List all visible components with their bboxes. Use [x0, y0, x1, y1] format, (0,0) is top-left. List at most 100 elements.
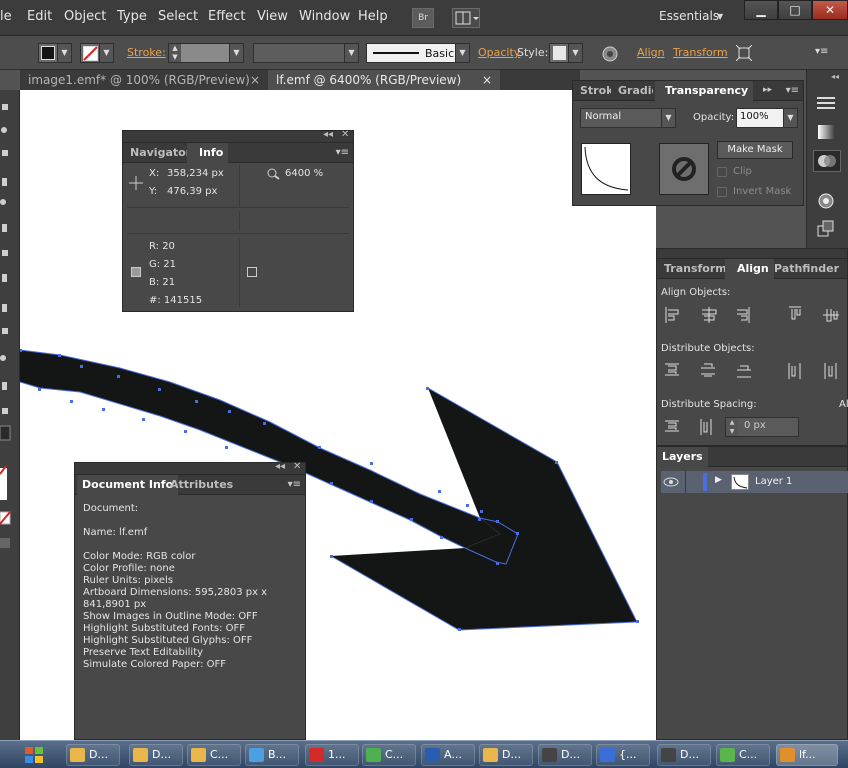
transparency-panel-icon-active[interactable] [813, 150, 841, 172]
recolor-artwork-icon[interactable] [602, 46, 618, 62]
layer-row[interactable]: ▶ Layer 1 [661, 471, 848, 493]
close-panel-icon[interactable]: ✕ [293, 461, 301, 472]
layer-color-indicator [703, 473, 707, 491]
menu-view[interactable]: View [257, 9, 288, 24]
fill-color-dropdown[interactable]: ▼ [38, 43, 72, 63]
bridge-button[interactable]: Br [412, 8, 434, 28]
info-panel: ◂◂ ✕ Navigator Info ▾≡ X: 358,234 px Y: … [122, 129, 354, 312]
hex-value: #: 141515 [149, 295, 203, 306]
graphic-style-dropdown[interactable]: ▼ [549, 43, 583, 63]
workspace-chevron-icon[interactable]: ▼ [717, 12, 723, 21]
transparency-panel-tabs: Stroke Gradie Transparency ▸▸ ▾≡ [573, 81, 803, 101]
stroke-label[interactable]: Stroke: [127, 46, 166, 59]
graphic-styles-panel-icon[interactable] [817, 220, 835, 238]
tab-document-info[interactable]: Document Info [77, 475, 179, 495]
distribute-objects-buttons[interactable] [663, 361, 848, 381]
taskbar-button[interactable]: D... [479, 744, 533, 766]
close-panel-icon[interactable]: ✕ [341, 129, 349, 140]
distribute-spacing-buttons[interactable] [663, 417, 719, 437]
tab-navigator[interactable]: Navigator [125, 143, 196, 163]
invert-mask-checkbox[interactable] [717, 187, 727, 197]
info-panel-titlebar: ◂◂ ✕ [123, 129, 353, 143]
align-link[interactable]: Align [637, 46, 665, 59]
spacing-input[interactable]: ▲ ▼ 0 px [725, 417, 799, 437]
tab-gradient[interactable]: Gradie [613, 81, 653, 101]
menu-edit[interactable]: Edit [27, 9, 52, 24]
taskbar-button[interactable]: C... [187, 744, 241, 766]
panel-menu-icon[interactable]: ▾≡ [786, 85, 799, 96]
stepper-icon[interactable]: ▲ ▼ [726, 418, 738, 436]
make-mask-button[interactable]: Make Mask [717, 141, 793, 159]
tool-icons-strip[interactable] [0, 90, 20, 740]
collapse-panel-icon[interactable]: ◂◂ [323, 129, 333, 140]
transform-link[interactable]: Transform [673, 46, 728, 59]
tab-pathfinder[interactable]: Pathfinder [769, 259, 844, 279]
blend-mode-dropdown[interactable]: Normal ▼ [580, 108, 676, 128]
expand-layer-icon[interactable]: ▶ [715, 475, 722, 485]
taskbar-button[interactable]: D... [538, 744, 592, 766]
panel-menu-icon[interactable]: ▾≡ [288, 479, 301, 490]
collapse-panel-icon[interactable]: ◂◂ [275, 461, 285, 472]
tab-transform[interactable]: Transform [659, 259, 732, 279]
app-icon [309, 748, 324, 762]
taskbar-button[interactable]: 1... [305, 744, 359, 766]
maximize-button[interactable]: □ [778, 0, 812, 20]
opacity-label[interactable]: Opacity [478, 46, 520, 59]
taskbar-button[interactable]: {... [596, 744, 650, 766]
menu-window[interactable]: Window [299, 9, 350, 24]
minimize-button[interactable]: ▁ [744, 0, 778, 20]
tab-close-icon[interactable]: × [250, 70, 260, 90]
control-panel-menu-icon[interactable]: ▾≡ [815, 46, 828, 57]
close-window-button[interactable]: ✕ [812, 0, 848, 20]
gradient-panel-icon[interactable] [817, 124, 835, 140]
stepper-icon[interactable]: ▲ ▼ [169, 44, 181, 62]
tab-info[interactable]: Info [187, 143, 229, 163]
appearance-panel-icon[interactable] [817, 192, 835, 210]
stroke-weight-field[interactable]: ▲ ▼ ▼ [168, 43, 244, 63]
collapse-panel-icon[interactable]: ▸▸ [763, 85, 772, 95]
mask-thumbnail[interactable] [659, 143, 709, 195]
visibility-eye-icon[interactable] [663, 476, 679, 488]
workspace-switcher[interactable]: Essentials [659, 9, 719, 23]
align-panel: Transform Align Pathfinder Align Objects… [656, 248, 848, 446]
menu-file[interactable]: le [0, 9, 12, 24]
panel-menu-icon[interactable]: ▾≡ [336, 147, 349, 158]
taskbar-button[interactable]: D... [657, 744, 711, 766]
menu-select[interactable]: Select [158, 9, 198, 24]
opacity-label: Opacity: [693, 112, 735, 123]
menu-object[interactable]: Object [64, 9, 106, 24]
layer-name[interactable]: Layer 1 [755, 476, 792, 487]
clip-checkbox[interactable] [717, 167, 727, 177]
taskbar-button[interactable]: D... [129, 744, 183, 766]
isolate-object-icon[interactable] [736, 45, 752, 61]
menu-type[interactable]: Type [117, 9, 147, 24]
windows-start-icon[interactable] [24, 746, 44, 764]
opacity-input[interactable]: 100% ▼ [736, 108, 798, 128]
stroke-color-dropdown[interactable]: ▼ [80, 43, 114, 63]
taskbar-button[interactable]: D... [66, 744, 120, 766]
taskbar-button[interactable]: C... [716, 744, 770, 766]
tab-close-icon[interactable]: × [482, 70, 492, 90]
taskbar-button[interactable]: lf... [776, 744, 838, 766]
arrow-head[interactable] [331, 388, 637, 630]
object-thumbnail[interactable] [581, 143, 631, 195]
arrange-documents-button[interactable] [452, 8, 480, 28]
align-objects-buttons[interactable] [663, 305, 848, 325]
taskbar-button[interactable]: A... [421, 744, 475, 766]
tab-attributes[interactable]: Attributes [165, 475, 238, 495]
tab-image1[interactable]: image1.emf* @ 100% (RGB/Preview) × [20, 70, 268, 90]
spacing-value: 0 px [744, 420, 766, 431]
menu-effect[interactable]: Effect [208, 9, 245, 24]
tab-lf-emf[interactable]: lf.emf @ 6400% (RGB/Preview) × [268, 70, 500, 90]
tab-align[interactable]: Align [725, 259, 774, 279]
tab-transparency[interactable]: Transparency [655, 81, 754, 101]
align-panel-icon[interactable] [815, 94, 837, 112]
tab-layers[interactable]: Layers [657, 447, 708, 467]
variable-width-profile-dropdown[interactable]: ▼ [253, 43, 359, 63]
taskbar-button[interactable]: C... [362, 744, 416, 766]
menu-help[interactable]: Help [358, 9, 388, 24]
brush-definition-dropdown[interactable]: Basic ▼ [366, 43, 470, 63]
collapse-dock-icon[interactable]: ◂◂ [831, 72, 839, 81]
taskbar-button[interactable]: B... [245, 744, 299, 766]
tab-stroke[interactable]: Stroke [575, 81, 611, 101]
